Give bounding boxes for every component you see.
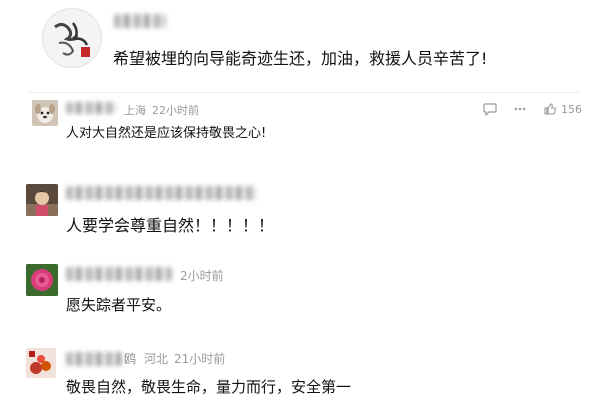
username-suffix[interactable]: 鸥: [124, 352, 136, 366]
timestamp: 21小时前: [174, 352, 226, 366]
timestamp: 22小时前: [152, 104, 199, 117]
reply-button[interactable]: [483, 102, 497, 116]
divider: [28, 92, 580, 93]
username-redacted[interactable]: [66, 186, 256, 200]
username-redacted[interactable]: [66, 352, 122, 366]
more-options-button[interactable]: [513, 102, 527, 116]
red-blossom-avatar[interactable]: [26, 348, 56, 378]
like-button[interactable]: 156: [543, 102, 582, 116]
comment-item: 人要学会尊重自然！！！！！: [0, 170, 600, 250]
comment-meta: 鸥河北 21小时前: [124, 350, 231, 367]
username-redacted[interactable]: [114, 14, 166, 28]
comment-text: 人要学会尊重自然！！！！！: [66, 216, 275, 235]
location-label: 上海: [124, 104, 146, 117]
comment-item: 鸥河北 21小时前 敬畏自然，敬畏生命，量力而行，安全第一: [0, 340, 600, 403]
more-dots-icon: [514, 107, 526, 111]
username-redacted[interactable]: [66, 267, 172, 281]
pink-flower-avatar[interactable]: [26, 264, 58, 296]
child-photo-avatar[interactable]: [26, 184, 58, 216]
calligraphy-seal-avatar[interactable]: [42, 8, 102, 68]
timestamp: 2小时前: [180, 269, 224, 283]
username-redacted[interactable]: [66, 102, 116, 114]
comment-meta: 2小时前: [180, 267, 230, 284]
location-label: 河北: [144, 352, 169, 366]
dog-photo-avatar[interactable]: [32, 100, 58, 126]
comment-text: 人对大自然还是应该保持敬畏之心!: [66, 126, 267, 141]
comment-actions: 156: [483, 102, 582, 116]
comment-item: 2小时前 愿失踪者平安。: [0, 258, 600, 338]
comment-meta: 上海 22小时前: [124, 102, 205, 118]
comment-item: 希望被埋的向导能奇迹生还，加油，救援人员辛苦了!: [0, 0, 600, 92]
comment-bubble-icon: [483, 103, 497, 116]
thumbs-up-icon: [544, 103, 556, 115]
comment-text: 敬畏自然，敬畏生命，量力而行，安全第一: [66, 378, 352, 396]
comment-text: 希望被埋的向导能奇迹生还，加油，救援人员辛苦了!: [113, 49, 488, 68]
like-count: 156: [561, 102, 582, 116]
comment-text: 愿失踪者平安。: [66, 296, 172, 314]
